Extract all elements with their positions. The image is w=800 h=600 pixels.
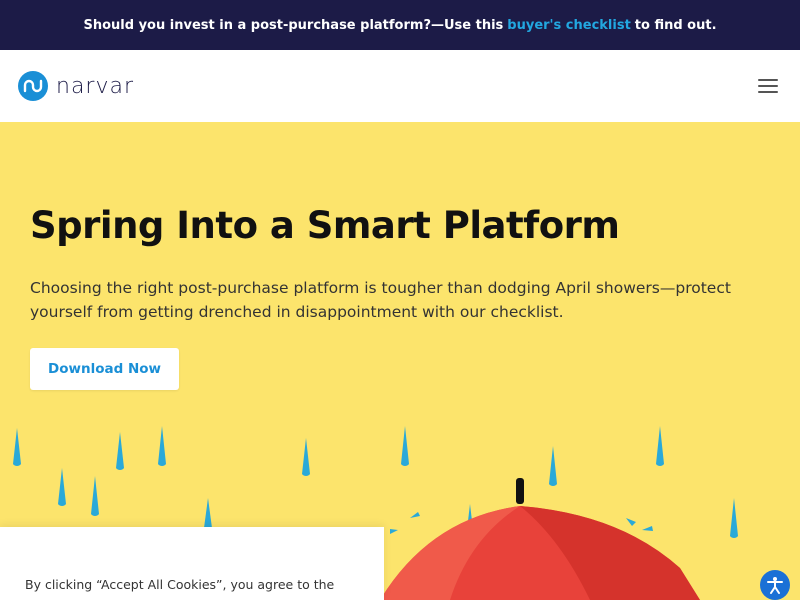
download-now-button[interactable]: Download Now (30, 348, 179, 390)
logo-wordmark: narvar (56, 73, 135, 99)
site-header: narvar (0, 50, 800, 122)
cookie-banner: By clicking “Accept All Cookies”, you ag… (0, 527, 384, 600)
buyers-checklist-link[interactable]: buyer's checklist (507, 18, 631, 33)
cookie-text: By clicking “Accept All Cookies”, you ag… (25, 577, 335, 592)
accessibility-icon[interactable] (760, 570, 790, 600)
announcement-text-end: to find out. (634, 17, 717, 33)
hero-title: Spring Into a Smart Platform (30, 204, 620, 247)
hamburger-menu-icon[interactable] (758, 79, 778, 93)
narvar-logo-icon (18, 71, 48, 101)
announcement-text: Should you invest in a post-purchase pla… (83, 17, 504, 33)
announcement-bar: Should you invest in a post-purchase pla… (0, 0, 800, 50)
hero-description: Choosing the right post-purchase platfor… (30, 279, 731, 321)
narvar-logo[interactable]: narvar (18, 71, 134, 101)
